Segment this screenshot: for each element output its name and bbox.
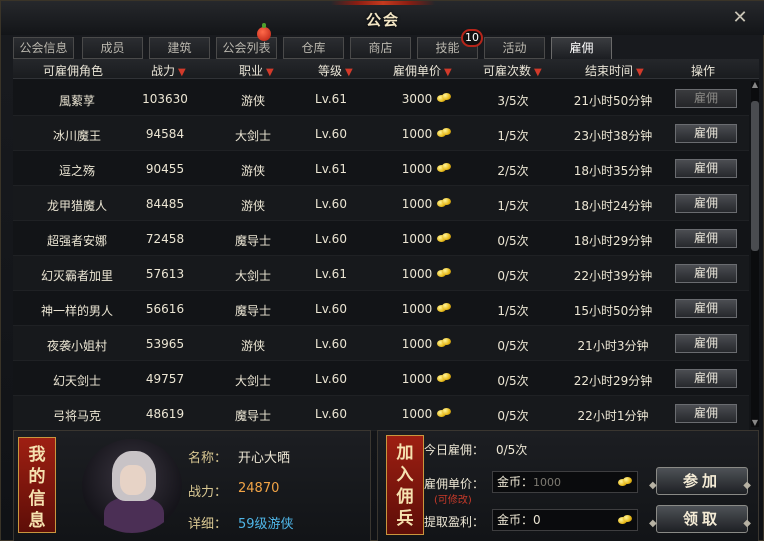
gold-coin-icon xyxy=(437,163,451,173)
table-row: 弓将马克 48619 魔导士 Lv.60 1000 0/5次 22小时1分钟 雇佣 xyxy=(13,396,749,431)
tab-activities[interactable]: 活动 xyxy=(484,37,545,59)
hire-price-label: 雇佣单价： xyxy=(424,477,485,491)
detail-value: 59级游侠 xyxy=(238,517,294,532)
sort-down-icon: ▼ xyxy=(345,67,353,78)
hire-button[interactable]: 雇佣 xyxy=(675,334,737,353)
hire-price-input[interactable]: 金币：1000 xyxy=(492,471,638,493)
close-icon[interactable]: ✕ xyxy=(731,9,749,27)
cell-end: 18小时35分钟 xyxy=(573,164,653,178)
cell-end: 15小时50分钟 xyxy=(573,304,653,318)
tab-hire[interactable]: 雇佣 xyxy=(551,37,612,60)
sort-down-icon: ▼ xyxy=(266,67,274,78)
gold-coin-icon xyxy=(437,93,451,103)
tab-warehouse[interactable]: 仓库 xyxy=(283,37,344,59)
header-end-time[interactable]: 结束时间 ▼ xyxy=(585,62,644,79)
join-button[interactable]: 参加 xyxy=(649,467,755,499)
table-row: 幻天剑士 49757 大剑士 Lv.60 1000 0/5次 22小时29分钟 雇佣 xyxy=(13,361,749,396)
header-class[interactable]: 职业 ▼ xyxy=(239,62,274,79)
cell-end: 21小时50分钟 xyxy=(573,94,653,108)
header-power[interactable]: 战力 ▼ xyxy=(151,62,186,79)
header-price[interactable]: 雇佣单价 ▼ xyxy=(393,62,452,79)
my-info-panel: 我 的 信 息 名称： 开心大晒 战力： 24870 详细： 59级游侠 xyxy=(13,430,371,541)
my-info-title: 我 的 信 息 xyxy=(18,437,56,533)
gold-coin-icon xyxy=(437,268,451,278)
cell-end: 23小时38分钟 xyxy=(573,129,653,143)
scroll-thumb[interactable] xyxy=(751,101,759,251)
profit-field: 金币：0 xyxy=(492,509,638,531)
title-bar: 公会 ✕ xyxy=(1,1,764,35)
tab-shop[interactable]: 商店 xyxy=(350,37,411,59)
profit-label: 提取盈利： xyxy=(424,515,485,529)
cell-end: 18小时24分钟 xyxy=(573,199,653,213)
gold-coin-icon xyxy=(437,303,451,313)
tab-members[interactable]: 成员 xyxy=(82,37,143,59)
header-action: 操作 xyxy=(691,64,716,78)
claim-button[interactable]: 领取 xyxy=(649,505,755,537)
scroll-up-icon[interactable]: ▲ xyxy=(751,81,759,89)
table-row: 龙甲猎魔人 84485 游侠 Lv.60 1000 1/5次 18小时24分钟 雇佣 xyxy=(13,186,749,221)
table-row: 冰川魔王 94584 大剑士 Lv.60 1000 1/5次 23小时38分钟 雇佣 xyxy=(13,116,749,151)
gold-coin-icon xyxy=(437,128,451,138)
scrollbar[interactable]: ▲ ▼ xyxy=(751,81,759,427)
hire-button[interactable]: 雇佣 xyxy=(675,404,737,423)
header-times[interactable]: 可雇次数 ▼ xyxy=(483,62,542,79)
cell-end: 18小时29分钟 xyxy=(573,234,653,248)
sort-down-icon: ▼ xyxy=(178,67,186,78)
table-row: 逗之殇 90455 游侠 Lv.61 1000 2/5次 18小时35分钟 雇佣 xyxy=(13,151,749,186)
name-value: 开心大晒 xyxy=(238,451,291,466)
price-editable-note: (可修改) xyxy=(434,495,472,506)
detail-label: 详细： xyxy=(188,517,228,532)
table-row: 風蕠莩 103630 游侠 Lv.61 3000 3/5次 21小时50分钟 雇佣 xyxy=(13,81,749,116)
scroll-down-icon[interactable]: ▼ xyxy=(751,419,759,427)
skills-count-badge: 10 xyxy=(461,29,483,47)
table-row: 超强者安娜 72458 魔导士 Lv.60 1000 0/5次 18小时29分钟 雇佣 xyxy=(13,221,749,256)
sort-down-icon: ▼ xyxy=(636,67,644,78)
hire-button[interactable]: 雇佣 xyxy=(675,229,737,248)
header-role: 可雇佣角色 xyxy=(43,64,104,78)
title-ornament xyxy=(331,1,435,5)
avatar xyxy=(82,439,182,533)
table-row: 神一样的男人 56616 魔导士 Lv.60 1000 1/5次 15小时50分钟 雇佣 xyxy=(13,291,749,326)
power-value: 24870 xyxy=(238,481,280,496)
join-mercenary-title: 加 入 佣 兵 xyxy=(386,435,424,535)
tab-guild-list[interactable]: 公会列表 xyxy=(216,37,277,59)
hire-button[interactable]: 雇佣 xyxy=(675,194,737,213)
tab-buildings[interactable]: 建筑 xyxy=(149,37,210,59)
gold-coin-icon xyxy=(437,373,451,383)
guild-window: 公会 ✕ 公会信息 成员 建筑 公会列表 仓库 商店 技能 活动 雇佣 10 可… xyxy=(0,0,764,541)
table-row: 夜袭小姐村 53965 游侠 Lv.60 1000 0/5次 21小时3分钟 雇佣 xyxy=(13,326,749,361)
cell-end: 21小时3分钟 xyxy=(577,339,649,353)
hire-button[interactable]: 雇佣 xyxy=(675,264,737,283)
header-level[interactable]: 等级 ▼ xyxy=(318,62,353,79)
cell-end: 22小时39分钟 xyxy=(573,269,653,283)
tab-guild-info[interactable]: 公会信息 xyxy=(13,37,74,59)
tab-bar: 公会信息 成员 建筑 公会列表 仓库 商店 技能 活动 雇佣 xyxy=(13,37,753,60)
hire-button[interactable]: 雇佣 xyxy=(675,159,737,178)
today-hire-value: 0/5次 xyxy=(496,443,528,457)
hire-table: 可雇佣角色 战力 ▼ 职业 ▼ 等级 ▼ 雇佣单价 ▼ 可雇次数 ▼ 结束时间 ▼ 操作 風… xyxy=(13,59,759,431)
table-header: 可雇佣角色 战力 ▼ 职业 ▼ 等级 ▼ 雇佣单价 ▼ 可雇次数 ▼ 结束时间 ▼ 操作 xyxy=(13,59,759,79)
today-hire-label: 今日雇佣： xyxy=(424,443,485,457)
gold-coin-icon xyxy=(618,515,632,525)
gold-coin-icon xyxy=(437,233,451,243)
gold-coin-icon xyxy=(437,408,451,418)
hire-button[interactable]: 雇佣 xyxy=(675,89,737,108)
hire-button[interactable]: 雇佣 xyxy=(675,299,737,318)
apple-icon xyxy=(257,23,271,41)
cell-end: 22小时29分钟 xyxy=(573,374,653,388)
cell-end: 22小时1分钟 xyxy=(577,409,649,423)
sort-down-icon: ▼ xyxy=(444,67,452,78)
hire-button[interactable]: 雇佣 xyxy=(675,369,737,388)
power-label: 战力： xyxy=(188,485,228,500)
hire-button[interactable]: 雇佣 xyxy=(675,124,737,143)
gold-coin-icon xyxy=(437,338,451,348)
gold-coin-icon xyxy=(437,198,451,208)
name-label: 名称： xyxy=(188,451,228,466)
gold-coin-icon xyxy=(618,477,632,487)
window-title: 公会 xyxy=(365,11,400,29)
join-mercenary-panel: 加 入 佣 兵 今日雇佣： 0/5次 雇佣单价： (可修改) 金币：1000 提… xyxy=(377,430,759,541)
table-row: 幻灭霸者加里 57613 大剑士 Lv.61 1000 0/5次 22小时39分钟 雇佣 xyxy=(13,256,749,291)
sort-down-icon: ▼ xyxy=(534,67,542,78)
